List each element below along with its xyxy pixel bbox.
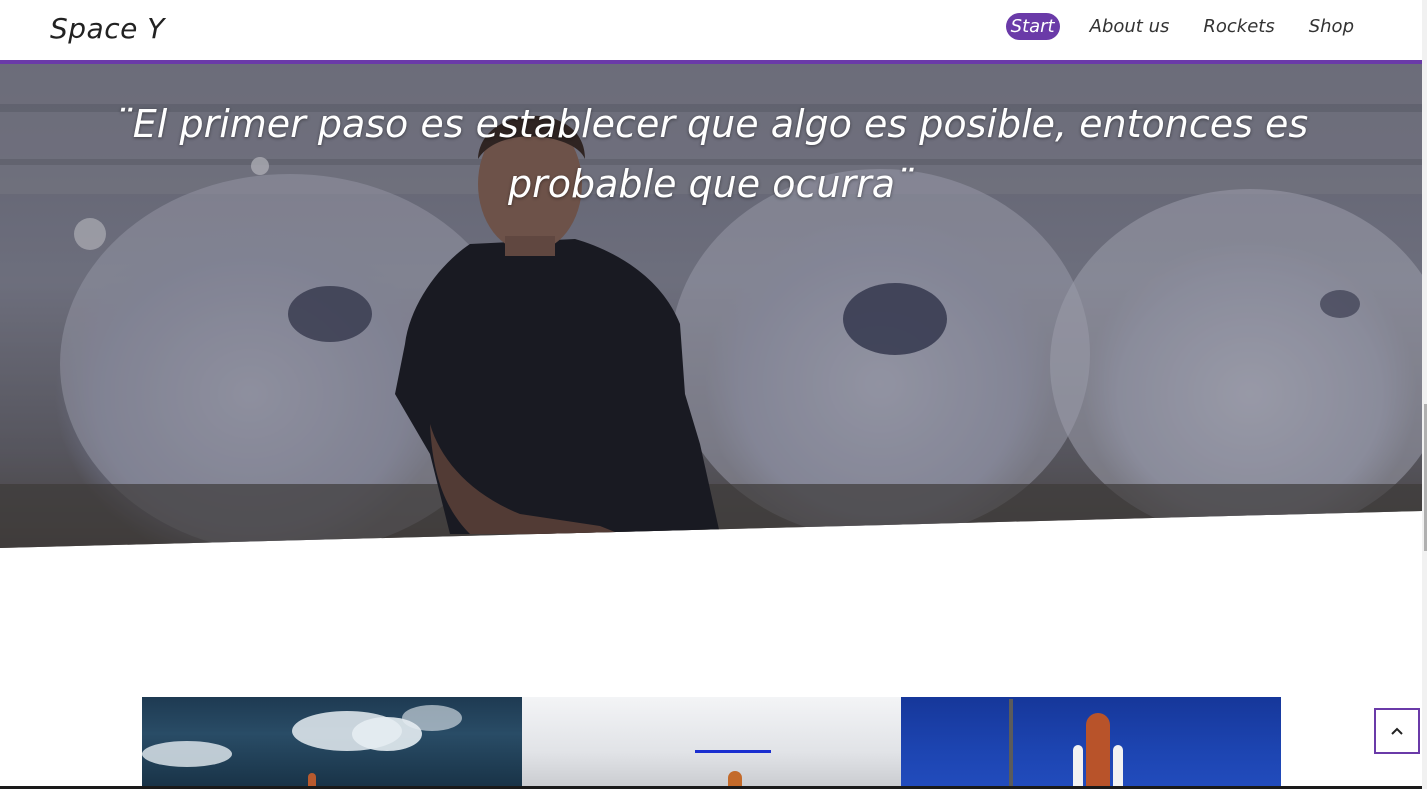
top-navbar: Space Y Start About us Rockets Shop: [0, 0, 1422, 64]
page-scrollbar[interactable]: [1422, 0, 1427, 789]
nav-start[interactable]: Start: [1005, 13, 1060, 40]
gallery-image-launch-clouds[interactable]: [142, 697, 522, 789]
section-divider: [695, 750, 771, 753]
brand-logo[interactable]: Space Y: [50, 12, 165, 45]
gallery-image-launch-pad[interactable]: [522, 697, 901, 789]
main-nav: Start About us Rockets Shop: [986, 13, 1358, 40]
hero-quote-line-2: probable que ocurra¨: [508, 162, 914, 206]
nav-rockets[interactable]: Rockets: [1199, 13, 1278, 40]
back-to-top-button[interactable]: [1374, 708, 1420, 754]
nav-about-us[interactable]: About us: [1086, 13, 1174, 40]
rocket-gallery: [142, 697, 1281, 789]
hero-banner: ¨El primer paso es establecer que algo e…: [0, 64, 1422, 548]
nav-shop[interactable]: Shop: [1305, 13, 1358, 40]
chevron-up-icon: [1391, 727, 1403, 735]
gallery-image-shuttle[interactable]: [901, 697, 1281, 789]
hero-quote-line-1: ¨El primer paso es establecer que algo e…: [113, 102, 1309, 146]
hero-quote: ¨El primer paso es establecer que algo e…: [110, 94, 1312, 214]
